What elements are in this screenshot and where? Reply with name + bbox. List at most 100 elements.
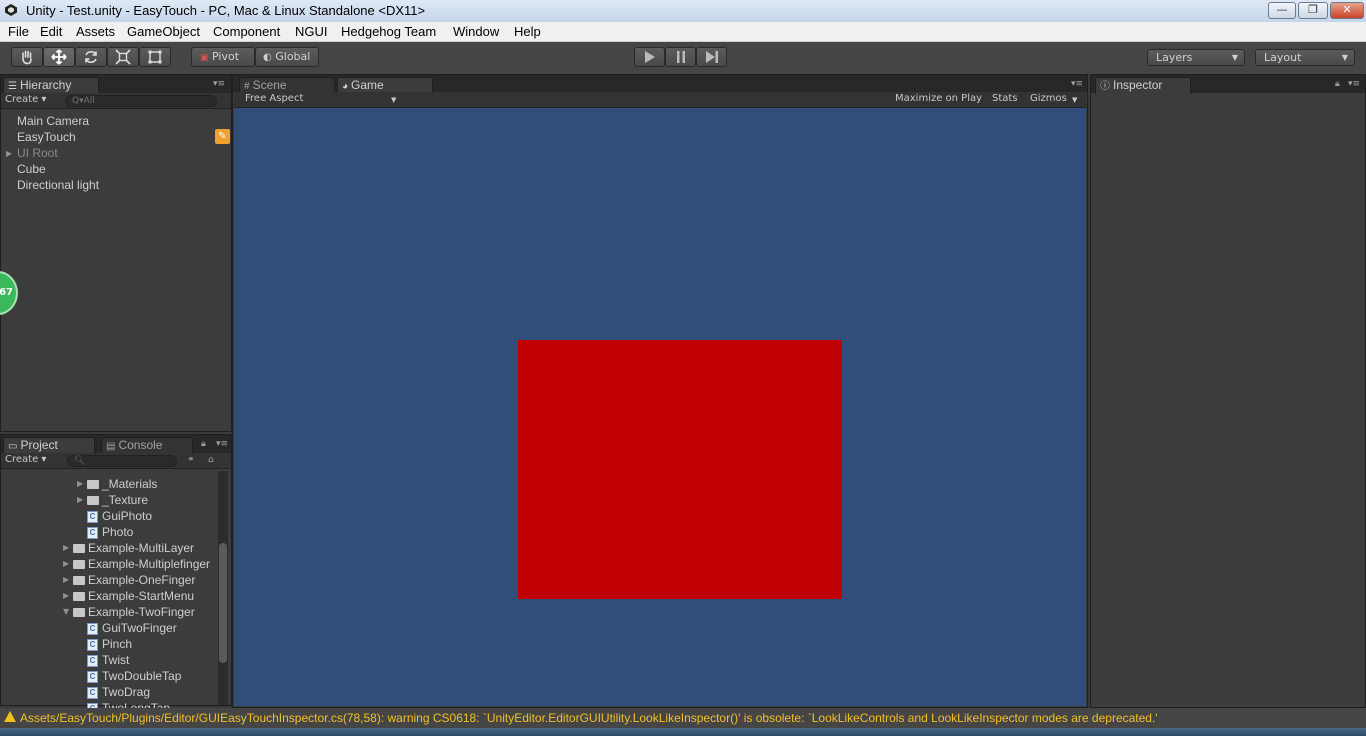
layers-label: Layers: [1156, 51, 1193, 64]
lock-icon[interactable]: 🔒︎: [201, 439, 206, 449]
gizmos-dropdown[interactable]: Gizmos: [1030, 93, 1067, 104]
project-item-label: TwoDrag: [102, 685, 151, 699]
project-search-input[interactable]: 🔍︎: [67, 455, 177, 467]
tab-hierarchy-label: Hierarchy: [19, 78, 72, 92]
menu-component[interactable]: Component: [213, 24, 280, 39]
project-item[interactable]: Example-OneFinger: [73, 573, 195, 587]
project-item[interactable]: Example-StartMenu: [73, 589, 194, 603]
project-item[interactable]: C GuiTwoFinger: [87, 621, 177, 635]
pivot-toggle[interactable]: ▣ Pivot: [191, 47, 255, 67]
rect-transform-icon: [148, 50, 162, 64]
project-scrollbar-thumb[interactable]: [219, 543, 227, 663]
status-message[interactable]: Assets/EasyTouch/Plugins/Editor/GUIEasyT…: [20, 711, 1158, 725]
minimize-button[interactable]: —: [1268, 2, 1296, 19]
hierarchy-searchbar: Create ▾ Q▾All: [1, 93, 231, 109]
hierarchy-item-easytouch[interactable]: EasyTouch: [17, 130, 76, 144]
lock-icon[interactable]: 🔒︎: [1335, 79, 1340, 89]
project-item[interactable]: C Photo: [87, 525, 133, 539]
csharp-script-icon: C: [87, 670, 98, 683]
project-item[interactable]: Example-MultiLayer: [73, 541, 194, 555]
pause-button[interactable]: [665, 47, 696, 67]
filter-by-label-icon[interactable]: ⌂: [208, 455, 214, 465]
pivot-label: Pivot: [212, 50, 240, 63]
project-item[interactable]: Example-Multiplefinger: [73, 557, 210, 571]
tab-inspector[interactable]: ⓘ Inspector: [1095, 77, 1191, 94]
project-item-label: _Texture: [102, 493, 149, 507]
project-item-label: GuiTwoFinger: [102, 621, 177, 635]
global-toggle[interactable]: ◐ Global: [255, 47, 319, 67]
project-scrollbar[interactable]: [218, 471, 228, 705]
hierarchy-create-button[interactable]: Create ▾: [5, 94, 46, 105]
menu-bar: File Edit Assets GameObject Component NG…: [0, 22, 1366, 42]
step-button[interactable]: [696, 47, 727, 67]
expand-triangle-icon[interactable]: ▶: [63, 559, 69, 568]
play-button[interactable]: [634, 47, 665, 67]
layers-dropdown[interactable]: Layers ▼: [1147, 49, 1245, 66]
project-item-label: GuiPhoto: [102, 509, 153, 523]
project-item[interactable]: C TwoDrag: [87, 685, 150, 699]
menu-hedgehog-team[interactable]: Hedgehog Team: [341, 24, 436, 39]
csharp-script-icon: C: [87, 638, 98, 651]
close-button[interactable]: ✕: [1330, 2, 1364, 19]
panel-menu-icon[interactable]: ▾≡: [1071, 79, 1083, 89]
expand-triangle-icon[interactable]: ▶: [63, 543, 69, 552]
rotate-tool-button[interactable]: [75, 47, 107, 67]
console-icon: ▤: [106, 441, 116, 452]
hierarchy-item-ui-root[interactable]: UI Root: [17, 146, 58, 160]
maximize-button[interactable]: ❐: [1298, 2, 1328, 19]
move-tool-button[interactable]: [43, 47, 75, 67]
window-title-bar: Unity - Test.unity - EasyTouch - PC, Mac…: [0, 0, 1366, 22]
chevron-down-icon: ▼: [1072, 96, 1078, 104]
status-bar[interactable]: Assets/EasyTouch/Plugins/Editor/GUIEasyT…: [0, 708, 1366, 728]
stats-toggle[interactable]: Stats: [992, 93, 1018, 104]
menu-file[interactable]: File: [8, 24, 29, 39]
filter-by-type-icon[interactable]: ⚭: [187, 455, 195, 465]
project-item[interactable]: Example-TwoFinger: [73, 605, 195, 619]
project-item-label: Example-StartMenu: [88, 589, 195, 603]
hierarchy-panel: ☰ Hierarchy ▾≡ Create ▾ Q▾All Main Camera…: [0, 74, 232, 432]
collapse-triangle-icon[interactable]: ▼: [63, 607, 69, 616]
expand-triangle-icon[interactable]: ▶: [63, 575, 69, 584]
panel-menu-icon[interactable]: ▾≡: [216, 439, 228, 449]
expand-triangle-icon[interactable]: ▶: [6, 149, 12, 158]
project-item-label: Example-Multiplefinger: [88, 557, 211, 571]
aspect-dropdown[interactable]: Free Aspect: [245, 93, 303, 104]
play-icon: [644, 51, 655, 63]
hand-tool-button[interactable]: [11, 47, 43, 67]
folder-icon: [73, 544, 85, 554]
project-item[interactable]: C GuiPhoto: [87, 509, 152, 523]
hierarchy-item-main-camera[interactable]: Main Camera: [17, 114, 89, 128]
expand-triangle-icon[interactable]: ▶: [77, 495, 83, 504]
maximize-on-play-toggle[interactable]: Maximize on Play: [895, 93, 982, 104]
csharp-script-icon: C: [87, 686, 98, 699]
menu-help[interactable]: Help: [514, 24, 541, 39]
tab-hierarchy[interactable]: ☰ Hierarchy: [3, 77, 99, 94]
project-item[interactable]: _Materials: [87, 477, 157, 491]
project-item[interactable]: C Twist: [87, 653, 129, 667]
chevron-down-icon: ▼: [391, 96, 397, 104]
inspector-tabrow: ⓘ Inspector 🔒︎ ▾≡: [1091, 75, 1365, 94]
menu-edit[interactable]: Edit: [40, 24, 62, 39]
panel-menu-icon[interactable]: ▾≡: [213, 79, 225, 89]
tab-project[interactable]: ▭ Project: [3, 437, 95, 454]
menu-window[interactable]: Window: [453, 24, 499, 39]
expand-triangle-icon[interactable]: ▶: [63, 591, 69, 600]
menu-gameobject[interactable]: GameObject: [127, 24, 200, 39]
hierarchy-search-input[interactable]: Q▾All: [65, 95, 217, 107]
center-tabrow: # Scene ◕ Game ▾≡: [233, 75, 1087, 94]
panel-menu-icon[interactable]: ▾≡: [1348, 79, 1360, 89]
project-item[interactable]: C TwoDoubleTap: [87, 669, 181, 683]
tab-console[interactable]: ▤ Console: [101, 437, 193, 454]
scale-tool-button[interactable]: [107, 47, 139, 67]
expand-triangle-icon[interactable]: ▶: [77, 479, 83, 488]
hierarchy-item-cube[interactable]: Cube: [17, 162, 46, 176]
hierarchy-item-directional-light[interactable]: Directional light: [17, 178, 99, 192]
project-create-button[interactable]: Create ▾: [5, 454, 46, 465]
menu-ngui[interactable]: NGUI: [295, 24, 328, 39]
project-item[interactable]: C Pinch: [87, 637, 132, 651]
project-item[interactable]: _Texture: [87, 493, 148, 507]
menu-assets[interactable]: Assets: [76, 24, 115, 39]
layout-dropdown[interactable]: Layout ▼: [1255, 49, 1355, 66]
rect-tool-button[interactable]: [139, 47, 171, 67]
rotate-icon: [85, 51, 97, 63]
